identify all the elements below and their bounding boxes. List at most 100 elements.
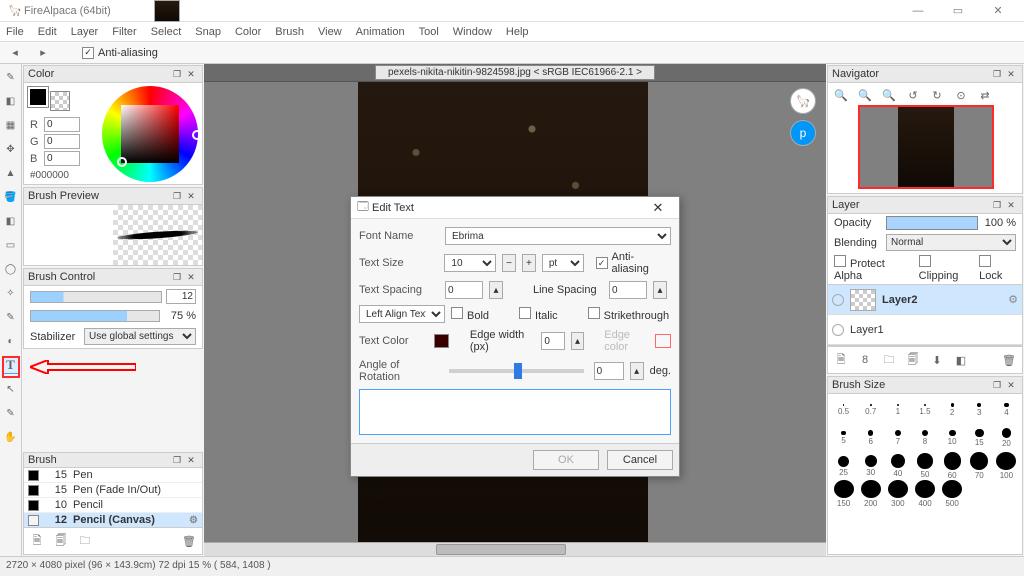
panel-close-icon[interactable]: ✕ xyxy=(184,270,198,284)
angle-input[interactable] xyxy=(594,362,624,380)
panel-close-icon[interactable]: ✕ xyxy=(184,67,198,81)
brush-size-input[interactable] xyxy=(166,289,196,304)
eyedropper-tool[interactable]: ✎ xyxy=(2,404,20,422)
edge-color-swatch[interactable] xyxy=(655,334,671,348)
panel-close-icon[interactable]: ✕ xyxy=(1004,198,1018,212)
magic-wand-tool[interactable]: ✧ xyxy=(2,284,20,302)
text-color-swatch[interactable] xyxy=(434,334,450,348)
dialog-antialias-checkbox[interactable]: ✓Anti-aliasing xyxy=(596,251,671,275)
g-input[interactable] xyxy=(44,134,80,149)
new-8bit-layer-icon[interactable]: 8 xyxy=(856,351,874,369)
menu-snap[interactable]: Snap xyxy=(195,26,221,38)
lasso-tool[interactable]: ◯ xyxy=(2,260,20,278)
brush-size-cell[interactable]: 1.5 xyxy=(911,396,938,424)
menu-view[interactable]: View xyxy=(318,26,342,38)
delete-brush-icon[interactable]: 🗑 xyxy=(180,532,198,550)
italic-checkbox[interactable]: Italic xyxy=(519,307,558,322)
new-layer-icon[interactable]: 🗎 xyxy=(832,351,850,369)
background-color-swatch[interactable] xyxy=(50,91,70,111)
select-eraser-tool[interactable]: ◐ xyxy=(2,332,20,350)
spinner-icon[interactable]: ▴ xyxy=(489,281,503,299)
visibility-icon[interactable] xyxy=(832,294,844,306)
brush-item[interactable]: 10Pencil xyxy=(24,498,202,513)
brush-size-cell[interactable]: 10 xyxy=(939,424,966,452)
text-input-area[interactable] xyxy=(359,389,671,435)
panel-undock-icon[interactable]: ❐ xyxy=(170,270,184,284)
spinner-icon[interactable]: ▴ xyxy=(571,332,583,350)
text-size-select[interactable]: 10 xyxy=(444,254,496,272)
add-brush-icon[interactable]: 🗎 xyxy=(28,532,46,550)
brush-size-cell[interactable]: 5 xyxy=(830,424,857,452)
spinner-icon[interactable]: ▴ xyxy=(630,362,644,380)
duplicate-layer-icon[interactable]: 🗐 xyxy=(904,351,922,369)
brush-size-cell[interactable]: 100 xyxy=(993,452,1020,480)
pixiv-badge[interactable]: p xyxy=(790,120,816,146)
brush-size-cell[interactable]: 1 xyxy=(884,396,911,424)
zoom-out-icon[interactable]: 🔍 xyxy=(856,86,874,104)
brush-size-cell[interactable]: 50 xyxy=(911,452,938,480)
minimize-button[interactable]: — xyxy=(898,0,938,22)
layer-item[interactable]: Layer2⚙ xyxy=(828,285,1022,315)
protect-alpha-checkbox[interactable]: Protect Alpha xyxy=(834,255,911,282)
bold-checkbox[interactable]: Bold xyxy=(451,307,489,322)
gear-icon[interactable]: ⚙ xyxy=(189,515,198,526)
foreground-color-swatch[interactable] xyxy=(28,87,48,107)
brush-size-cell[interactable]: 300 xyxy=(884,480,911,508)
bucket-tool[interactable]: 🪣 xyxy=(2,188,20,206)
hue-marker[interactable] xyxy=(192,130,202,140)
brush-size-cell[interactable]: 8 xyxy=(911,424,938,452)
cancel-button[interactable]: Cancel xyxy=(607,450,673,470)
brush-opacity-slider[interactable] xyxy=(30,310,160,322)
zoom-in-icon[interactable]: 🔍 xyxy=(832,86,850,104)
navigator-viewport-frame[interactable] xyxy=(858,105,994,189)
panel-undock-icon[interactable]: ❐ xyxy=(170,453,184,467)
folder-icon[interactable]: 🗀 xyxy=(76,532,94,550)
spinner-icon[interactable]: ▴ xyxy=(653,281,667,299)
ok-button[interactable]: OK xyxy=(533,450,599,470)
size-unit-select[interactable]: pt xyxy=(542,254,584,272)
brush-size-cell[interactable]: 0.7 xyxy=(857,396,884,424)
opacity-slider[interactable] xyxy=(886,216,978,230)
brush-item[interactable]: 15Pen xyxy=(24,468,202,483)
scrollbar-thumb[interactable] xyxy=(436,544,566,555)
brush-item[interactable]: 12Pencil (Canvas)⚙ xyxy=(24,513,202,527)
menu-select[interactable]: Select xyxy=(151,26,182,38)
brush-item[interactable]: 15Pen (Fade In/Out) xyxy=(24,483,202,498)
antialias-checkbox[interactable]: ✓ Anti-aliasing xyxy=(82,47,158,59)
select-tool[interactable]: ▭ xyxy=(2,236,20,254)
menu-edit[interactable]: Edit xyxy=(38,26,57,38)
menu-file[interactable]: File xyxy=(6,26,24,38)
firealpaca-badge[interactable]: 🦙 xyxy=(790,88,816,114)
navigator-thumbnail[interactable] xyxy=(858,105,994,189)
menu-window[interactable]: Window xyxy=(453,26,492,38)
strike-checkbox[interactable]: Strikethrough xyxy=(588,307,669,322)
flip-icon[interactable]: ⇄ xyxy=(976,86,994,104)
layer-item[interactable]: Layer1 xyxy=(828,315,1022,345)
size-decrement-button[interactable]: − xyxy=(502,254,516,272)
panel-undock-icon[interactable]: ❐ xyxy=(170,189,184,203)
panel-close-icon[interactable]: ✕ xyxy=(1004,378,1018,392)
menu-layer[interactable]: Layer xyxy=(71,26,99,38)
brush-size-cell[interactable]: 15 xyxy=(966,424,993,452)
color-wheel[interactable] xyxy=(102,86,198,182)
move-tool[interactable]: ✥ xyxy=(2,140,20,158)
visibility-icon[interactable] xyxy=(832,324,844,336)
menu-brush[interactable]: Brush xyxy=(275,26,304,38)
menu-help[interactable]: Help xyxy=(506,26,529,38)
slider-handle[interactable] xyxy=(514,363,522,379)
brush-size-cell[interactable]: 0.5 xyxy=(830,396,857,424)
delete-layer-icon[interactable]: 🗑 xyxy=(1000,351,1018,369)
panel-close-icon[interactable]: ✕ xyxy=(184,453,198,467)
menu-filter[interactable]: Filter xyxy=(112,26,136,38)
fill-tool[interactable]: ▲ xyxy=(2,164,20,182)
fit-icon[interactable]: 🔍 xyxy=(880,86,898,104)
r-input[interactable] xyxy=(44,117,80,132)
brush-tool[interactable]: ✎ xyxy=(2,68,20,86)
object-tool[interactable]: ↖ xyxy=(2,380,20,398)
rotate-left-icon[interactable]: ↺ xyxy=(904,86,922,104)
brush-size-cell[interactable]: 500 xyxy=(939,480,966,508)
color-square[interactable] xyxy=(121,105,179,163)
clipping-checkbox[interactable]: Clipping xyxy=(919,255,971,282)
menu-animation[interactable]: Animation xyxy=(356,26,405,38)
b-input[interactable] xyxy=(44,151,80,166)
